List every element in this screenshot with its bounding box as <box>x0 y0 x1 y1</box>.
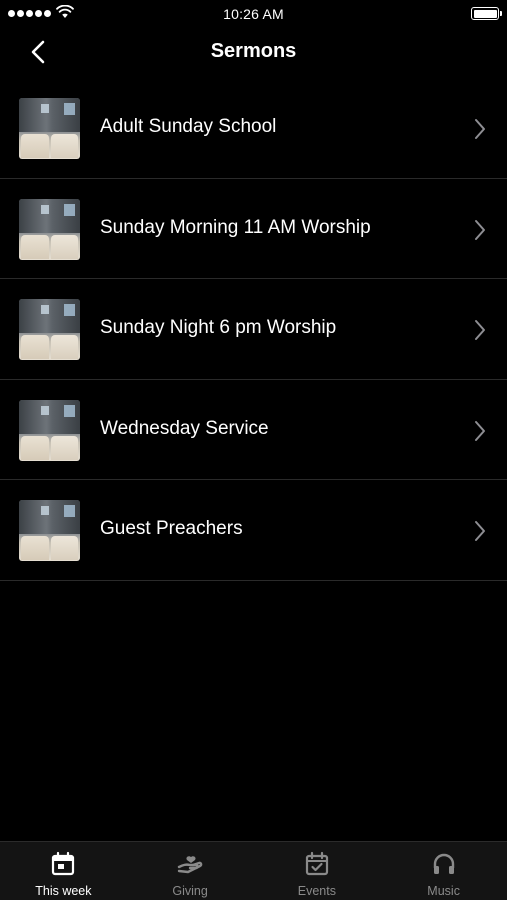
tab-bar: This week Giving Events Music <box>0 841 507 900</box>
tab-this-week[interactable]: This week <box>0 842 127 900</box>
tab-giving[interactable]: Giving <box>127 842 254 900</box>
church-interior-thumbnail <box>19 299 80 360</box>
list-item[interactable]: Sunday Morning 11 AM Worship <box>0 179 507 279</box>
list-item[interactable]: Guest Preachers <box>0 480 507 581</box>
list-item-label: Sunday Night 6 pm Worship <box>100 317 337 338</box>
list-item-label: Guest Preachers <box>100 518 243 539</box>
chevron-right-icon <box>475 119 485 139</box>
chevron-right-icon <box>475 420 485 441</box>
chevron-right-icon <box>475 521 485 541</box>
church-interior-thumbnail <box>19 399 80 461</box>
calendar-check-icon <box>303 850 331 878</box>
chevron-right-icon <box>475 320 485 340</box>
battery-icon <box>471 7 502 20</box>
tab-events[interactable]: Events <box>254 842 381 900</box>
tab-music[interactable]: Music <box>380 842 507 900</box>
list-item-label: Adult Sunday School <box>100 116 277 137</box>
tab-label: Music <box>427 884 460 898</box>
church-interior-thumbnail <box>19 98 80 159</box>
page-title: Sermons <box>210 40 297 62</box>
list-item-label: Wednesday Service <box>100 417 269 439</box>
status-time: 10:26 AM <box>223 6 284 22</box>
church-interior-thumbnail <box>19 500 80 561</box>
tab-label: This week <box>35 884 92 898</box>
list-item[interactable]: Sunday Night 6 pm Worship <box>0 279 507 380</box>
giving-hand-icon <box>176 850 204 878</box>
list-item[interactable]: Adult Sunday School <box>0 78 507 179</box>
sermon-list: Adult Sunday School Sunday Morning 11 AM… <box>0 78 507 581</box>
status-bar: 10:26 AM <box>0 0 507 28</box>
chevron-right-icon <box>475 219 485 240</box>
calendar-day-icon <box>49 850 77 878</box>
headphones-icon <box>430 850 458 878</box>
tab-label: Events <box>297 884 336 898</box>
list-item-label: Sunday Morning 11 AM Worship <box>100 216 371 238</box>
nav-bar: Sermons <box>0 28 507 76</box>
list-item[interactable]: Wednesday Service <box>0 380 507 480</box>
church-interior-thumbnail <box>19 198 80 260</box>
tab-label: Giving <box>172 884 208 898</box>
sermons-screen: 10:26 AM Sermons Adult Sunday School Sun… <box>0 0 507 900</box>
